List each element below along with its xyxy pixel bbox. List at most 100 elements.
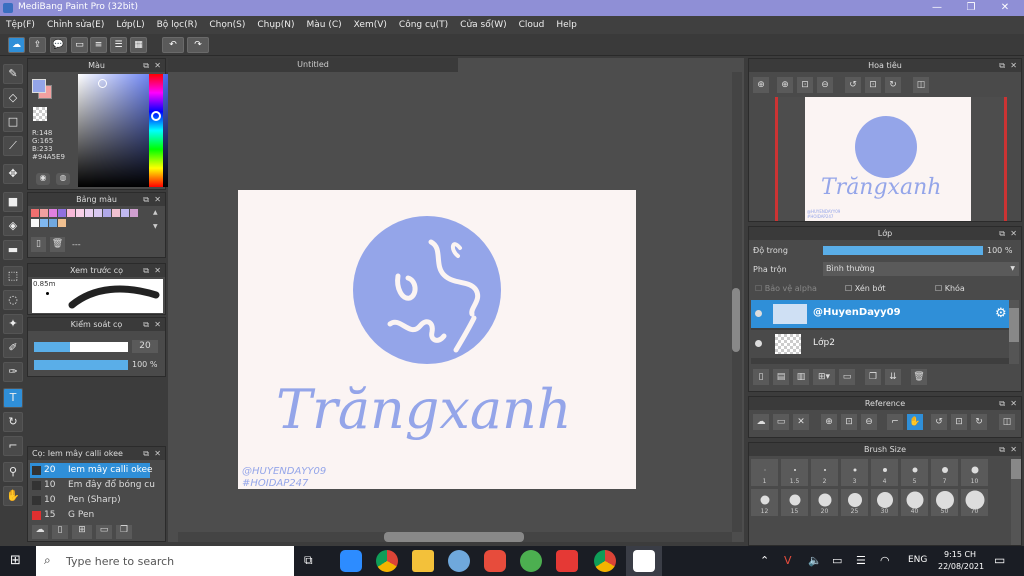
new-brush-icon[interactable]: ▯ bbox=[52, 525, 68, 539]
tab-untitled[interactable]: Untitled bbox=[168, 58, 458, 72]
folder-icon[interactable]: ▭ bbox=[96, 525, 112, 539]
vietkey-icon[interactable]: V bbox=[784, 554, 792, 567]
zoom-app-icon[interactable] bbox=[340, 550, 362, 572]
close-icon[interactable]: ✕ bbox=[154, 264, 161, 277]
zoom-out-icon[interactable]: ⊖ bbox=[817, 77, 833, 93]
brush-size-preset[interactable]: 70 bbox=[961, 489, 988, 516]
popout-icon[interactable]: ⧉ bbox=[999, 397, 1005, 410]
brush-size-preset[interactable]: 5 bbox=[901, 459, 928, 486]
clock[interactable]: 9:15 CH 22/08/2021 bbox=[938, 549, 984, 573]
copy-brush-icon[interactable]: ❐ bbox=[116, 525, 132, 539]
brush-size-preset[interactable]: 1.5 bbox=[781, 459, 808, 486]
scroll-thumb[interactable] bbox=[1009, 308, 1019, 342]
lock-checkbox[interactable]: ☐ Khóa bbox=[935, 284, 965, 293]
palette-swatch[interactable] bbox=[31, 219, 39, 227]
move-tool-icon[interactable]: ✥ bbox=[3, 164, 23, 184]
menu-cloud[interactable]: Cloud bbox=[513, 16, 551, 34]
palette-swatch[interactable] bbox=[58, 219, 66, 227]
rotate-right-icon[interactable]: ↻ bbox=[885, 77, 901, 93]
brush-size-preset[interactable]: 50 bbox=[931, 489, 958, 516]
palette-swatch[interactable] bbox=[49, 219, 57, 227]
vertical-scrollbar[interactable] bbox=[732, 72, 742, 532]
delete-layer-icon[interactable]: 🗑 bbox=[911, 369, 927, 385]
close-icon[interactable]: ✕ bbox=[1010, 397, 1017, 410]
bucket-tool-icon[interactable]: ◈ bbox=[3, 216, 23, 236]
cloud-brush-icon[interactable]: ☁ bbox=[32, 525, 48, 539]
list-item[interactable]: 20 Iem mây calli okee bbox=[30, 463, 153, 478]
scroll-down-icon[interactable]: ▼ bbox=[153, 223, 158, 230]
brush-size-slider[interactable] bbox=[34, 342, 128, 352]
popout-icon[interactable]: ⧉ bbox=[999, 443, 1005, 456]
menu-help[interactable]: Help bbox=[550, 16, 583, 34]
list-item[interactable]: 10 Em đây đổ bóng cu bbox=[30, 478, 155, 493]
menu-file[interactable]: Tệp(F) bbox=[0, 16, 41, 34]
close-icon[interactable]: ✕ bbox=[1010, 59, 1017, 72]
wifi-icon[interactable]: ◠ bbox=[880, 554, 890, 567]
close-icon[interactable]: ✕ bbox=[1010, 227, 1017, 240]
close-file-icon[interactable]: ✕ bbox=[793, 414, 809, 430]
new-palette-icon[interactable]: ▯ bbox=[31, 237, 46, 252]
fill-rect-tool-icon[interactable]: ■ bbox=[3, 192, 23, 212]
merge-layer-icon[interactable]: ⇊ bbox=[885, 369, 901, 385]
lasso-icon[interactable]: ◌ bbox=[3, 290, 23, 310]
rotate-reset-icon[interactable]: ⊡ bbox=[865, 77, 881, 93]
picker-cursor[interactable] bbox=[98, 79, 107, 88]
scroll-up-icon[interactable]: ▲ bbox=[153, 209, 158, 216]
palette-swatch[interactable] bbox=[31, 209, 39, 217]
menu-filter[interactable]: Bộ lọc(R) bbox=[151, 16, 204, 34]
cloud-icon[interactable]: ☁ bbox=[8, 37, 25, 53]
list-item[interactable]: 10 Pen (Sharp) bbox=[30, 493, 150, 508]
drawing-canvas[interactable]: Trăngxanh @HUYENDAYY09 #HOIDAP247 bbox=[238, 190, 636, 489]
horizontal-scrollbar[interactable] bbox=[178, 532, 732, 542]
duplicate-layer-icon[interactable]: ❐ bbox=[865, 369, 881, 385]
volume-icon[interactable]: 🔈 bbox=[808, 554, 822, 567]
palette-icon[interactable]: ◍ bbox=[56, 173, 70, 185]
battery-icon[interactable]: ▭ bbox=[832, 554, 842, 567]
navigator-viewport[interactable]: Trăngxanh @HUYENDAYY09 #HOIDAP247 bbox=[775, 97, 1007, 221]
chrome-profile-icon[interactable] bbox=[594, 550, 616, 572]
rotate-right-icon[interactable]: ↻ bbox=[971, 414, 987, 430]
close-button[interactable]: ✕ bbox=[988, 0, 1022, 16]
redo-icon[interactable]: ↷ bbox=[187, 37, 209, 53]
share-icon[interactable]: ⇪ bbox=[29, 37, 46, 53]
brush-size-preset[interactable]: 30 bbox=[871, 489, 898, 516]
close-icon[interactable]: ✕ bbox=[1010, 443, 1017, 456]
new-8bit-layer-icon[interactable]: ▥ bbox=[793, 369, 809, 385]
hue-cursor[interactable] bbox=[151, 111, 161, 121]
close-icon[interactable]: ✕ bbox=[154, 447, 161, 460]
visibility-icon[interactable] bbox=[755, 310, 762, 317]
menu-select[interactable]: Chọn(S) bbox=[203, 16, 251, 34]
line-tool-icon[interactable]: ⟋ bbox=[3, 136, 23, 156]
close-icon[interactable]: ✕ bbox=[154, 193, 161, 206]
protect-alpha-checkbox[interactable]: ☐ Bảo vệ alpha bbox=[755, 284, 817, 293]
magic-wand-icon[interactable]: ✦ bbox=[3, 314, 23, 334]
gradient-tool-icon[interactable]: ▬ bbox=[3, 240, 23, 260]
search-box[interactable]: ⌕ Type here to search bbox=[36, 546, 294, 576]
layer-row[interactable]: Lớp2 bbox=[751, 330, 1009, 358]
add-layer-menu-icon[interactable]: ⊞▾ bbox=[813, 369, 835, 385]
palette-swatch[interactable] bbox=[130, 209, 138, 217]
dropper-tool-icon[interactable]: ⌐ bbox=[3, 436, 23, 456]
network-icon[interactable]: ☰ bbox=[856, 554, 866, 567]
maximize-button[interactable]: ❐ bbox=[954, 0, 988, 16]
operation-tool-icon[interactable]: ↻ bbox=[3, 412, 23, 432]
close-icon[interactable]: ✕ bbox=[154, 59, 161, 72]
brush-size-preset[interactable]: 12 bbox=[751, 489, 778, 516]
scroll-thumb[interactable] bbox=[1011, 459, 1021, 479]
foreground-color-swatch[interactable] bbox=[32, 79, 46, 93]
cloud-icon[interactable]: ☁ bbox=[753, 414, 769, 430]
layer-row[interactable]: @HuyenDayy09 ⚙ bbox=[751, 300, 1009, 328]
popout-icon[interactable]: ⧉ bbox=[143, 264, 149, 277]
palette-swatch[interactable] bbox=[67, 209, 75, 217]
zoom-in-icon[interactable]: ⊕ bbox=[777, 77, 793, 93]
blend-mode-select[interactable]: Bình thường ▼ bbox=[823, 262, 1019, 276]
palette-swatch[interactable] bbox=[85, 209, 93, 217]
notification-icon[interactable]: ▭ bbox=[994, 553, 1005, 567]
menu-view[interactable]: Xem(V) bbox=[348, 16, 393, 34]
shape-tool-icon[interactable]: □ bbox=[3, 112, 23, 132]
rotate-left-icon[interactable]: ↺ bbox=[931, 414, 947, 430]
menu-color[interactable]: Màu (C) bbox=[301, 16, 348, 34]
palette-swatch[interactable] bbox=[121, 209, 129, 217]
hand-tool-icon[interactable]: ✋ bbox=[3, 486, 23, 506]
eraser-tool-icon[interactable]: ◇ bbox=[3, 88, 23, 108]
